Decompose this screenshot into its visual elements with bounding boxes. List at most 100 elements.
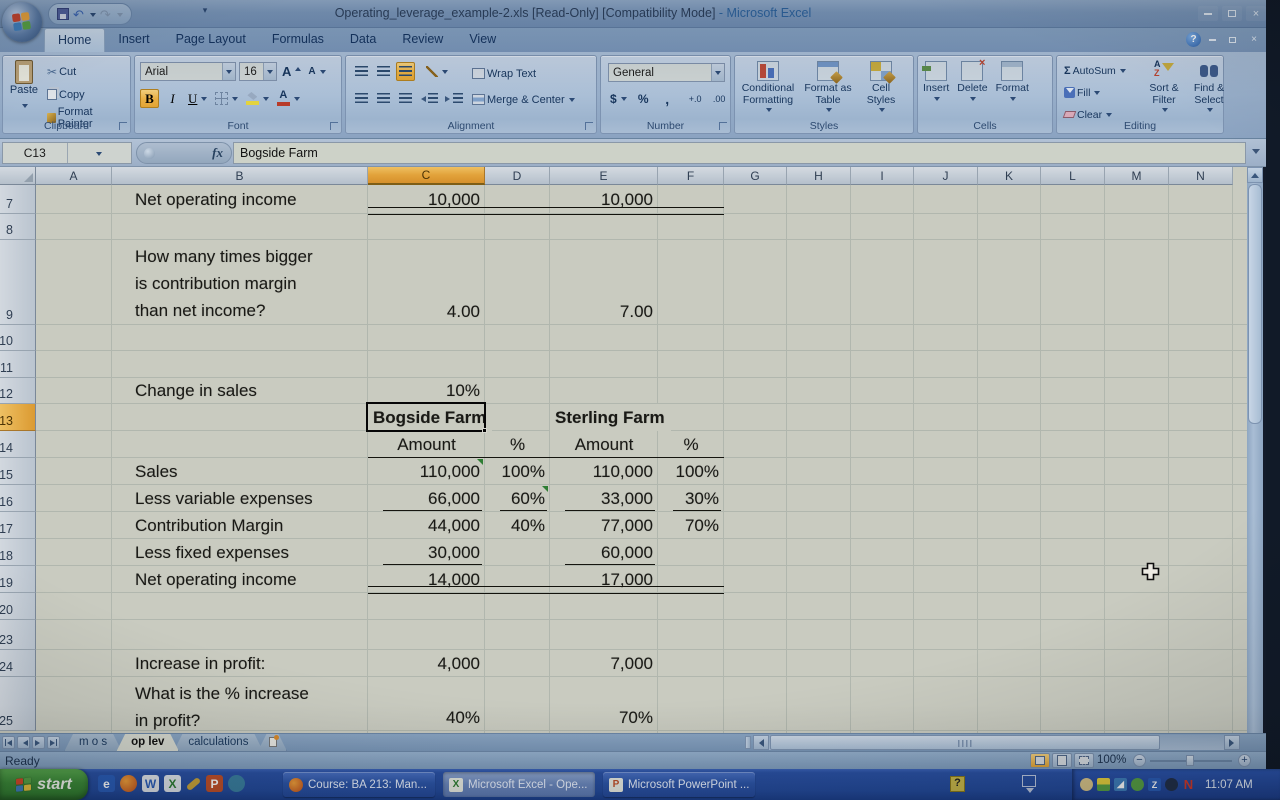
- font-color-button[interactable]: A: [275, 89, 302, 108]
- page-break-view-button[interactable]: [1074, 753, 1094, 768]
- align-right-button[interactable]: [396, 89, 415, 108]
- row-header-11[interactable]: 11: [0, 351, 36, 378]
- first-sheet-icon[interactable]: [2, 736, 15, 749]
- tab-split-handle[interactable]: [745, 736, 751, 749]
- cell-E24[interactable]: 7,000: [550, 650, 658, 677]
- row-header-13[interactable]: 13: [0, 404, 36, 431]
- cell-C24[interactable]: 4,000: [368, 650, 485, 677]
- sheet-tab-op-lev[interactable]: op lev: [116, 734, 179, 752]
- number-format-select[interactable]: General: [608, 63, 725, 82]
- tray-icon-6[interactable]: [1165, 778, 1178, 791]
- underline-button[interactable]: U: [186, 89, 209, 108]
- last-sheet-icon[interactable]: [47, 736, 60, 749]
- autosum-button[interactable]: Σ AutoSum: [1062, 61, 1128, 80]
- scroll-up-icon[interactable]: [1247, 167, 1263, 183]
- globe-icon[interactable]: [228, 775, 245, 792]
- column-header-F[interactable]: F: [658, 167, 724, 185]
- cell-F16[interactable]: 30%: [658, 485, 724, 512]
- page-layout-view-button[interactable]: [1052, 753, 1072, 768]
- tray-icon-1[interactable]: [1080, 778, 1093, 791]
- row-header-14[interactable]: 14: [0, 431, 36, 458]
- restore-button[interactable]: [1222, 6, 1242, 21]
- firefox-icon[interactable]: [120, 775, 137, 792]
- cell-B9[interactable]: How many times bigger is contribution ma…: [112, 240, 320, 325]
- start-button[interactable]: start: [0, 769, 88, 800]
- row-header-15[interactable]: 15: [0, 458, 36, 485]
- help-icon[interactable]: ?: [1186, 32, 1201, 47]
- cell-E13[interactable]: Sterling Farm: [550, 404, 671, 431]
- cell-F17[interactable]: 70%: [658, 512, 724, 539]
- cell-D17[interactable]: 40%: [485, 512, 550, 539]
- cell-E7[interactable]: 10,000: [550, 185, 658, 214]
- clipboard-dialog-launcher-icon[interactable]: [119, 122, 127, 130]
- cell-C25[interactable]: 40%: [368, 677, 485, 731]
- zoom-slider-thumb[interactable]: [1186, 755, 1194, 766]
- insert-function-icon[interactable]: fx: [212, 145, 223, 161]
- formula-input[interactable]: Bogside Farm: [233, 142, 1246, 164]
- tab-review[interactable]: Review: [389, 28, 456, 52]
- format-cells-button[interactable]: Format: [996, 58, 1029, 102]
- taskbar-button-firefox[interactable]: Course: BA 213: Man...: [283, 772, 435, 797]
- column-header-K[interactable]: K: [978, 167, 1041, 185]
- cell-C14[interactable]: Amount: [368, 431, 485, 458]
- row-header-7[interactable]: 7: [0, 185, 36, 214]
- center-button[interactable]: [374, 89, 393, 108]
- increase-decimal-button[interactable]: +.0: [686, 89, 705, 108]
- minimize-button[interactable]: [1198, 6, 1218, 21]
- zoom-in-icon[interactable]: +: [1238, 754, 1251, 767]
- comma-button[interactable]: ,: [658, 89, 677, 108]
- workbook-restore-button[interactable]: [1224, 33, 1240, 46]
- office-button[interactable]: [2, 2, 42, 42]
- tab-insert[interactable]: Insert: [105, 28, 162, 52]
- copy-button[interactable]: Copy: [45, 85, 130, 104]
- row-header-24[interactable]: 24: [0, 650, 36, 677]
- row-header-19[interactable]: 19: [0, 566, 36, 593]
- decrease-decimal-button[interactable]: .00: [710, 89, 729, 108]
- window-tray-icon[interactable]: [1022, 775, 1036, 787]
- font-size-select[interactable]: 16: [239, 62, 277, 81]
- tray-icon-n[interactable]: N: [1182, 778, 1195, 791]
- close-button[interactable]: ×: [1246, 6, 1266, 21]
- percent-button[interactable]: %: [634, 89, 653, 108]
- internet-explorer-icon[interactable]: e: [98, 775, 115, 792]
- orientation-button[interactable]: [424, 62, 450, 81]
- row-header-23[interactable]: 23: [0, 620, 36, 650]
- cell-B17[interactable]: Contribution Margin: [112, 512, 368, 539]
- column-header-D[interactable]: D: [485, 167, 550, 185]
- shrink-font-button[interactable]: A: [306, 62, 327, 81]
- tab-data[interactable]: Data: [337, 28, 389, 52]
- cell-F19[interactable]: [658, 566, 724, 593]
- column-header-M[interactable]: M: [1105, 167, 1169, 185]
- cell-E18[interactable]: 60,000: [550, 539, 658, 566]
- cell-B7[interactable]: Net operating income: [112, 185, 368, 214]
- conditional-formatting-button[interactable]: Conditional Formatting: [739, 58, 797, 113]
- cell-D7[interactable]: [485, 185, 550, 214]
- tray-icon-5[interactable]: Z: [1148, 778, 1161, 791]
- currency-button[interactable]: $: [608, 89, 629, 108]
- horizontal-scroll-thumb[interactable]: [770, 735, 1160, 750]
- cell-C16[interactable]: 66,000: [368, 485, 485, 512]
- key-icon[interactable]: [186, 777, 201, 791]
- cell-E19[interactable]: 17,000: [550, 566, 658, 593]
- row-header-12[interactable]: 12: [0, 378, 36, 404]
- workbook-minimize-button[interactable]: [1204, 33, 1220, 46]
- horizontal-scrollbar[interactable]: [753, 735, 1240, 750]
- insert-cells-button[interactable]: Insert: [923, 58, 949, 102]
- cell-B19[interactable]: Net operating income: [112, 566, 368, 593]
- word-icon[interactable]: W: [142, 775, 159, 792]
- borders-button[interactable]: [213, 89, 240, 108]
- cell-C7[interactable]: 10,000: [368, 185, 485, 214]
- cell-E9[interactable]: 7.00: [550, 240, 658, 325]
- row-header-17[interactable]: 17: [0, 512, 36, 539]
- zoom-level[interactable]: 100%: [1097, 754, 1126, 766]
- row-header-8[interactable]: 8: [0, 214, 36, 240]
- cut-button[interactable]: ✂ Cut: [45, 62, 130, 81]
- column-header-H[interactable]: H: [787, 167, 851, 185]
- top-align-button[interactable]: [352, 62, 371, 81]
- cell-B16[interactable]: Less variable expenses: [112, 485, 368, 512]
- cell-E16[interactable]: 33,000: [550, 485, 658, 512]
- formula-bar-expand-icon[interactable]: [1248, 142, 1263, 164]
- cell-styles-button[interactable]: Cell Styles: [859, 58, 903, 113]
- font-dialog-launcher-icon[interactable]: [330, 122, 338, 130]
- cell-C15[interactable]: 110,000: [368, 458, 485, 485]
